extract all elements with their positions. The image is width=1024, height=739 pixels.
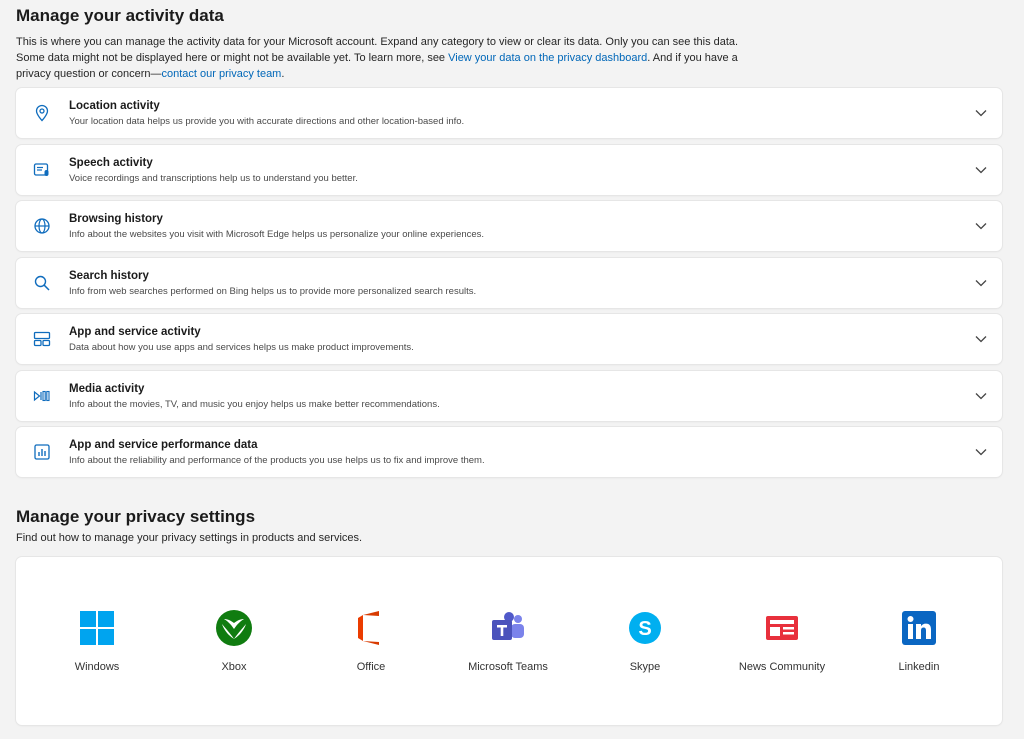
media-icon bbox=[33, 387, 51, 405]
activity-card-title: Media activity bbox=[69, 383, 145, 395]
privacy-section-title: Manage your privacy settings bbox=[16, 507, 256, 526]
activity-card-location[interactable]: Location activity Your location data hel… bbox=[16, 88, 1002, 138]
privacy-apps-panel: Windows Xbox Office Microsoft Teams S Sk… bbox=[16, 557, 1002, 725]
globe-icon bbox=[33, 217, 51, 235]
activity-card-media[interactable]: Media activity Info about the movies, TV… bbox=[16, 371, 1002, 421]
activity-card-search[interactable]: Search history Info from web searches pe… bbox=[16, 258, 1002, 308]
app-label: News Community bbox=[738, 661, 826, 673]
app-label: Linkedin bbox=[898, 661, 940, 673]
activity-card-browsing[interactable]: Browsing history Info about the websites… bbox=[16, 201, 1002, 251]
activity-card-description: Info about the movies, TV, and music you… bbox=[69, 399, 440, 410]
activity-card-app-service[interactable]: App and service activity Data about how … bbox=[16, 314, 1002, 364]
app-label: Skype bbox=[629, 661, 661, 673]
skype-logo-icon: S bbox=[626, 609, 664, 647]
activity-card-title: App and service performance data bbox=[69, 439, 258, 451]
app-skype[interactable]: S Skype bbox=[585, 609, 705, 679]
contact-privacy-team-link[interactable]: contact our privacy team bbox=[162, 68, 282, 80]
app-windows[interactable]: Windows bbox=[37, 609, 157, 679]
activity-section-title: Manage your activity data bbox=[16, 6, 224, 25]
location-pin-icon bbox=[33, 104, 51, 122]
activity-card-title: Browsing history bbox=[69, 213, 163, 225]
chart-icon bbox=[33, 443, 51, 461]
apps-icon bbox=[33, 330, 51, 348]
search-icon bbox=[33, 274, 51, 292]
chevron-down-icon[interactable] bbox=[974, 219, 988, 233]
windows-logo-icon bbox=[78, 609, 116, 647]
app-label: Office bbox=[356, 661, 386, 673]
svg-text:S: S bbox=[638, 618, 651, 640]
chevron-down-icon[interactable] bbox=[974, 389, 988, 403]
privacy-section-subtitle: Find out how to manage your privacy sett… bbox=[16, 532, 363, 544]
teams-logo-icon bbox=[489, 609, 527, 647]
chevron-down-icon[interactable] bbox=[974, 163, 988, 177]
activity-card-description: Info from web searches performed on Bing… bbox=[69, 286, 477, 297]
app-xbox[interactable]: Xbox bbox=[174, 609, 294, 679]
activity-card-title: Search history bbox=[69, 270, 149, 282]
app-microsoft-teams[interactable]: Microsoft Teams bbox=[448, 609, 568, 679]
app-label: Microsoft Teams bbox=[468, 661, 548, 673]
activity-card-title: Speech activity bbox=[69, 157, 153, 169]
chevron-down-icon[interactable] bbox=[974, 445, 988, 459]
activity-card-performance[interactable]: App and service performance data Info ab… bbox=[16, 427, 1002, 477]
activity-card-description: Your location data helps us provide you … bbox=[69, 116, 465, 127]
activity-intro: This is where you can manage the activit… bbox=[16, 34, 756, 82]
activity-card-title: Location activity bbox=[69, 100, 160, 112]
activity-card-speech[interactable]: Speech activity Voice recordings and tra… bbox=[16, 145, 1002, 195]
intro-text-3: . bbox=[281, 68, 285, 80]
app-label: Windows bbox=[74, 661, 120, 673]
chevron-down-icon[interactable] bbox=[974, 106, 988, 120]
app-linkedin[interactable]: Linkedin bbox=[859, 609, 979, 679]
activity-card-description: Info about the websites you visit with M… bbox=[69, 229, 485, 240]
activity-card-description: Info about the reliability and performan… bbox=[69, 455, 485, 466]
app-news-community[interactable]: News Community bbox=[722, 609, 842, 679]
activity-card-description: Data about how you use apps and services… bbox=[69, 342, 414, 353]
app-office[interactable]: Office bbox=[311, 609, 431, 679]
speech-icon bbox=[33, 161, 51, 179]
chevron-down-icon[interactable] bbox=[974, 332, 988, 346]
activity-card-title: App and service activity bbox=[69, 326, 201, 338]
chevron-down-icon[interactable] bbox=[974, 276, 988, 290]
app-label: Xbox bbox=[221, 661, 247, 673]
privacy-dashboard-link[interactable]: View your data on the privacy dashboard bbox=[448, 52, 647, 64]
office-logo-icon bbox=[352, 609, 390, 647]
linkedin-logo-icon bbox=[900, 609, 938, 647]
news-logo-icon bbox=[763, 609, 801, 647]
xbox-logo-icon bbox=[215, 609, 253, 647]
activity-card-description: Voice recordings and transcriptions help… bbox=[69, 173, 358, 184]
